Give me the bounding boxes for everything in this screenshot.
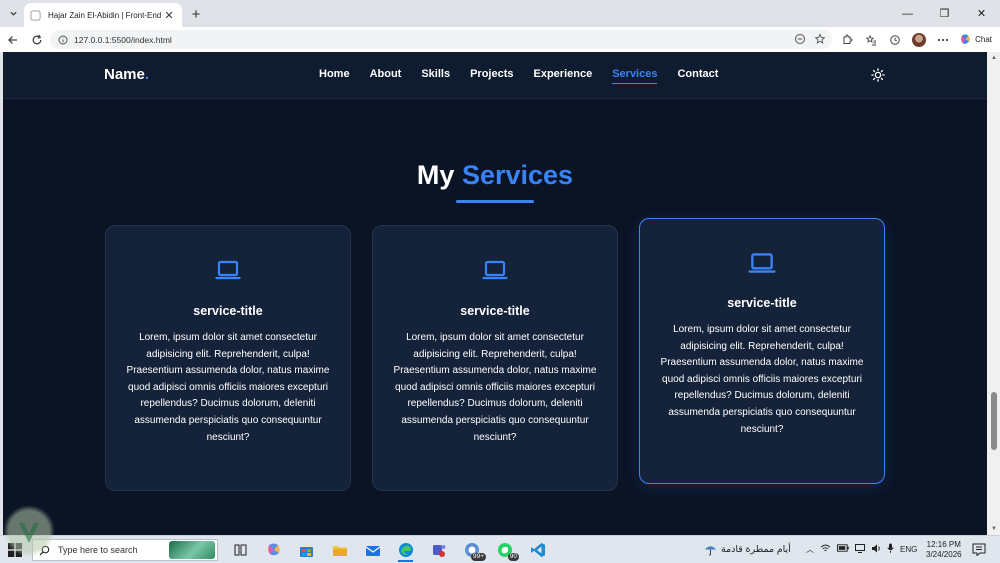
tray-chevron-up-icon[interactable]: ︿: [806, 544, 814, 555]
nav-link-projects[interactable]: Projects: [470, 68, 513, 84]
search-placeholder: Type here to search: [58, 545, 138, 555]
task-view-icon[interactable]: [224, 538, 257, 562]
extensions-icon[interactable]: [835, 28, 859, 52]
nav-link-about[interactable]: About: [370, 68, 402, 84]
weather-text: أيام ممطرة قادمة: [721, 544, 791, 555]
nav-link-experience[interactable]: Experience: [534, 68, 593, 84]
notification-badge: 99+: [470, 553, 486, 561]
notification-center-icon[interactable]: [972, 543, 986, 556]
nav-link-skills[interactable]: Skills: [421, 68, 450, 84]
chat-label: Chat: [975, 35, 992, 44]
taskbar-clock[interactable]: 12:16 PM 3/24/2026: [926, 540, 962, 560]
url-text: 127.0.0.1:5500/index.html: [74, 34, 172, 45]
reload-icon: [32, 34, 42, 44]
site-info-icon: [58, 35, 68, 44]
close-window-icon[interactable]: ✕: [963, 0, 1000, 27]
search-highlight-image: [169, 541, 215, 559]
new-tab-button[interactable]: +: [188, 6, 204, 23]
copilot-app-icon[interactable]: [257, 538, 290, 562]
service-title: service-title: [193, 304, 263, 318]
sun-icon: [871, 68, 885, 82]
browser-toolbar: 127.0.0.1:5500/index.html Chat: [0, 27, 1000, 52]
scrollbar-thumb[interactable]: [991, 392, 997, 450]
service-description: Lorem, ipsum dolor sit amet consectetur …: [393, 332, 597, 443]
address-bar[interactable]: 127.0.0.1:5500/index.html: [50, 30, 832, 49]
laptop-icon: [482, 260, 508, 280]
edge-browser-icon[interactable]: [389, 538, 422, 562]
site-header: Name. Home About Skills Projects Experie…: [3, 52, 987, 99]
reload-button[interactable]: [26, 29, 48, 51]
browser-tab-bar: Hajar Zain El-Abidin | Front-End De ✕ + …: [0, 0, 1000, 27]
volume-icon[interactable]: [871, 544, 881, 555]
page-scrollbar[interactable]: ▲ ▼: [987, 52, 1000, 535]
watermark-logo: [3, 505, 55, 557]
clock-date: 3/24/2026: [926, 550, 962, 559]
edge-notifications-icon[interactable]: 99+: [455, 538, 488, 562]
tab-close-icon[interactable]: ✕: [162, 8, 176, 22]
services-heading: My Services: [416, 160, 574, 190]
teams-icon[interactable]: [422, 538, 455, 562]
service-description: Lorem, ipsum dolor sit amet consectetur …: [126, 332, 330, 443]
microphone-icon[interactable]: [887, 543, 894, 555]
favorites-icon[interactable]: [859, 28, 883, 52]
language-indicator[interactable]: ENG: [900, 545, 917, 554]
network-icon[interactable]: [855, 543, 865, 555]
wifi-icon[interactable]: [820, 544, 831, 555]
laptop-icon: [215, 260, 241, 280]
history-icon[interactable]: [883, 28, 907, 52]
browser-tab[interactable]: Hajar Zain El-Abidin | Front-End De ✕: [24, 3, 182, 27]
service-description: Lorem, ipsum dolor sit amet consectetur …: [660, 324, 864, 435]
whatsapp-icon[interactable]: 90: [488, 538, 521, 562]
clock-time: 12:16 PM: [926, 540, 961, 549]
chevron-down-icon: [9, 11, 17, 16]
service-title: service-title: [460, 304, 530, 318]
service-card-hovered[interactable]: service-title Lorem, ipsum dolor sit ame…: [639, 218, 885, 484]
reading-mode-icon[interactable]: [794, 33, 806, 45]
tab-title: Hajar Zain El-Abidin | Front-End De: [48, 10, 162, 20]
nav-link-contact[interactable]: Contact: [677, 68, 718, 84]
minimize-icon[interactable]: —: [889, 0, 926, 27]
service-card[interactable]: service-title Lorem, ipsum dolor sit ame…: [105, 225, 351, 491]
microsoft-store-icon[interactable]: [290, 538, 323, 562]
windows-taskbar: Type here to search 99+ 90 أيام ممطرة قا…: [0, 535, 1000, 563]
theme-toggle-button[interactable]: [870, 67, 886, 83]
nav-link-home[interactable]: Home: [319, 68, 350, 84]
service-title: service-title: [727, 296, 797, 310]
heading-underline: [456, 200, 534, 203]
vscode-icon[interactable]: [521, 538, 554, 562]
main-nav: Home About Skills Projects Experience Se…: [319, 68, 738, 84]
mail-icon[interactable]: [356, 538, 389, 562]
scroll-up-icon[interactable]: ▲: [990, 54, 998, 62]
service-card[interactable]: service-title Lorem, ipsum dolor sit ame…: [372, 225, 618, 491]
maximize-icon[interactable]: ❐: [926, 0, 963, 27]
copilot-icon: [961, 34, 971, 44]
scroll-down-icon[interactable]: ▼: [990, 525, 998, 533]
laptop-icon: [748, 253, 776, 273]
back-button[interactable]: [2, 29, 24, 51]
nav-link-services[interactable]: Services: [612, 68, 658, 84]
more-menu-icon[interactable]: [931, 28, 955, 52]
site-logo[interactable]: Name.: [104, 66, 149, 83]
tab-list-button[interactable]: [4, 5, 22, 22]
page-viewport: Name. Home About Skills Projects Experie…: [3, 52, 987, 535]
battery-icon[interactable]: [837, 544, 849, 554]
taskbar-search-box[interactable]: Type here to search: [32, 539, 218, 561]
page-favicon-icon: [30, 9, 41, 21]
weather-widget[interactable]: أيام ممطرة قادمة: [704, 543, 791, 556]
file-explorer-icon[interactable]: [323, 538, 356, 562]
profile-avatar[interactable]: [907, 28, 931, 52]
rain-umbrella-icon: [704, 546, 717, 556]
arrow-left-icon: [8, 35, 17, 44]
whatsapp-badge: 90: [507, 553, 519, 561]
copilot-chat-button[interactable]: Chat: [959, 33, 992, 46]
favorite-star-icon[interactable]: [814, 33, 826, 45]
system-tray: ︿ ENG: [806, 543, 917, 555]
